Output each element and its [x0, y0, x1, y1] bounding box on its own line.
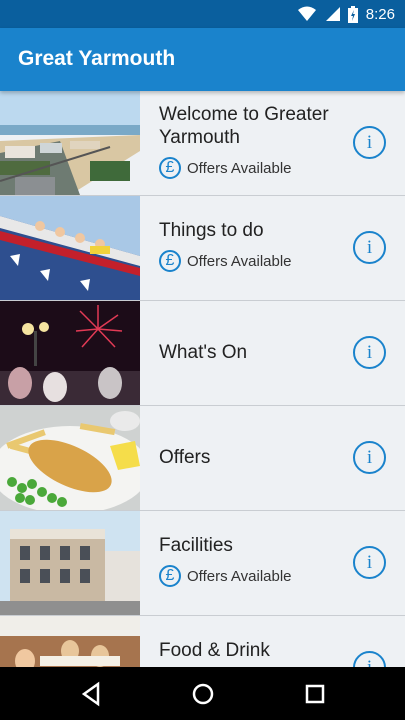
pound-icon: £: [159, 565, 181, 587]
offers-label: Offers Available: [187, 567, 292, 585]
recents-icon[interactable]: [301, 680, 329, 708]
list-item[interactable]: Food & Drink i: [0, 616, 405, 667]
list-item-title: Offers: [159, 447, 211, 468]
offers-label: Offers Available: [187, 159, 292, 177]
navigation-bar: [0, 667, 405, 720]
list-item[interactable]: Things to do £ Offers Available i: [0, 196, 405, 301]
info-icon[interactable]: i: [353, 441, 386, 474]
fish-and-chips-photo: [0, 406, 140, 510]
building-photo: [0, 511, 140, 615]
list-item-title: Food & Drink: [159, 640, 270, 661]
list-item-title: Welcome to Greater Yarmouth: [159, 104, 329, 148]
list-item-title: What's On: [159, 342, 248, 363]
app-bar: Great Yarmouth: [0, 28, 405, 91]
status-time: 8:26: [365, 5, 395, 23]
info-icon[interactable]: i: [353, 651, 386, 667]
list-item[interactable]: What's On i: [0, 301, 405, 406]
signal-icon: [325, 7, 340, 21]
status-bar: 8:26: [0, 0, 405, 28]
beach-aerial-photo: [0, 91, 140, 195]
info-icon[interactable]: i: [353, 546, 386, 579]
info-icon[interactable]: i: [353, 231, 386, 264]
info-icon[interactable]: i: [353, 336, 386, 369]
list-item-title: Facilities: [159, 535, 233, 556]
battery-icon: [347, 5, 358, 23]
home-icon[interactable]: [189, 680, 217, 708]
info-icon[interactable]: i: [353, 126, 386, 159]
list-item[interactable]: Welcome to Greater Yarmouth £ Offers Ava…: [0, 91, 405, 196]
offers-indicator: £ Offers Available: [159, 250, 345, 272]
section-list: Welcome to Greater Yarmouth £ Offers Ava…: [0, 91, 405, 667]
pound-icon: £: [159, 157, 181, 179]
restaurant-photo: [0, 616, 140, 667]
list-item-title: Things to do: [159, 220, 264, 241]
list-item[interactable]: Facilities £ Offers Available i: [0, 511, 405, 616]
offers-indicator: £ Offers Available: [159, 565, 345, 587]
wifi-icon: [297, 6, 316, 21]
fireworks-photo: [0, 301, 140, 405]
offers-label: Offers Available: [187, 252, 292, 270]
rollercoaster-photo: [0, 196, 140, 300]
app-title: Great Yarmouth: [18, 47, 176, 70]
list-item[interactable]: Offers i: [0, 406, 405, 511]
back-icon[interactable]: [78, 680, 106, 708]
pound-icon: £: [159, 250, 181, 272]
offers-indicator: £ Offers Available: [159, 157, 345, 179]
